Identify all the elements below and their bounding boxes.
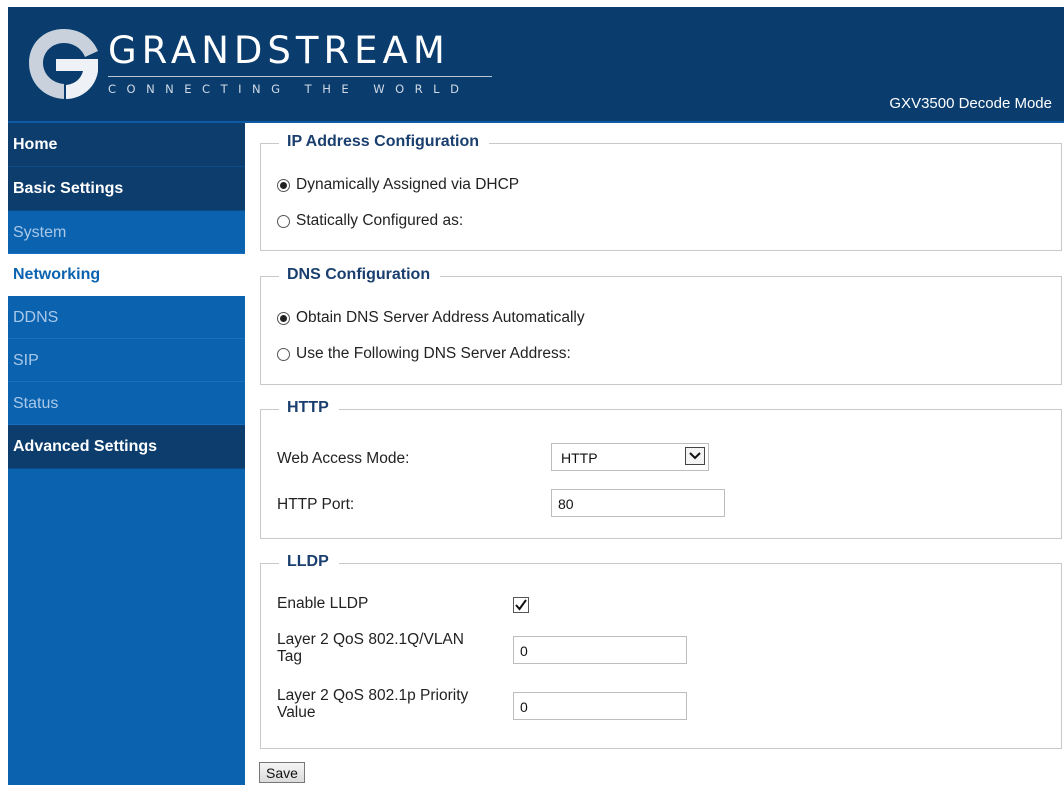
sidebar-item-status[interactable]: Status	[8, 382, 245, 425]
vlan-tag-label-line2: Tag	[277, 648, 302, 665]
page-left-margin	[0, 0, 8, 785]
priority-value-label-line2: Value	[277, 704, 316, 721]
sidebar-item-basic-settings[interactable]: Basic Settings	[8, 167, 245, 211]
checkmark-icon	[515, 599, 527, 611]
http-port-input[interactable]: 80	[551, 489, 725, 517]
static-radio[interactable]	[277, 214, 290, 228]
dns-auto-label: Obtain DNS Server Address Automatically	[296, 309, 585, 326]
vlan-tag-label-line1: Layer 2 QoS 802.1Q/VLAN	[277, 631, 464, 648]
save-button[interactable]: Save	[259, 762, 305, 783]
sidebar-item-networking[interactable]: Networking	[8, 254, 245, 296]
web-access-mode-value: HTTP	[561, 450, 598, 466]
chevron-down-icon[interactable]	[685, 447, 705, 465]
dns-auto-option[interactable]: Obtain DNS Server Address Automatically	[277, 309, 585, 327]
model-label: GXV3500 Decode Mode	[889, 95, 1052, 112]
vlan-tag-label: Layer 2 QoS 802.1Q/VLAN Tag	[277, 631, 464, 665]
priority-value-label: Layer 2 QoS 802.1p Priority Value	[277, 687, 468, 721]
priority-value-input[interactable]: 0	[513, 692, 687, 720]
dns-manual-label: Use the Following DNS Server Address:	[296, 345, 571, 362]
ip-config-section: IP Address Configuration Dynamically Ass…	[260, 133, 1062, 251]
sidebar-item-ddns[interactable]: DDNS	[8, 296, 245, 339]
enable-lldp-checkbox[interactable]	[513, 597, 529, 613]
http-section: HTTP Web Access Mode: HTTP HTTP Port: 80	[260, 399, 1062, 539]
web-access-mode-select[interactable]: HTTP	[551, 443, 709, 471]
dns-manual-option[interactable]: Use the Following DNS Server Address:	[277, 345, 571, 363]
sidebar: Home Basic Settings System Networking DD…	[8, 123, 245, 785]
dns-config-section: DNS Configuration Obtain DNS Server Addr…	[260, 266, 1062, 385]
http-legend: HTTP	[279, 399, 339, 417]
dns-auto-radio[interactable]	[277, 311, 290, 325]
sidebar-item-system[interactable]: System	[8, 211, 245, 254]
lldp-legend: LLDP	[279, 553, 339, 571]
page-header: GRANDSTREAM CONNECTING THE WORLD GXV3500…	[8, 7, 1064, 123]
grandstream-logo-icon	[29, 29, 98, 99]
web-access-mode-label: Web Access Mode:	[277, 450, 410, 467]
http-port-label: HTTP Port:	[277, 496, 355, 513]
vlan-tag-input[interactable]: 0	[513, 636, 687, 664]
sidebar-item-sip[interactable]: SIP	[8, 339, 245, 382]
sidebar-item-home[interactable]: Home	[8, 123, 245, 167]
dhcp-option[interactable]: Dynamically Assigned via DHCP	[277, 176, 519, 194]
dns-config-legend: DNS Configuration	[279, 266, 441, 284]
enable-lldp-label: Enable LLDP	[277, 595, 369, 612]
dhcp-label: Dynamically Assigned via DHCP	[296, 176, 520, 193]
priority-value-label-line1: Layer 2 QoS 802.1p Priority	[277, 687, 469, 704]
brand-name: GRANDSTREAM	[108, 29, 450, 72]
sidebar-item-advanced-settings[interactable]: Advanced Settings	[8, 425, 245, 469]
static-option[interactable]: Statically Configured as:	[277, 212, 463, 230]
lldp-section: LLDP Enable LLDP Layer 2 QoS 802.1Q/VLAN…	[260, 553, 1062, 749]
dns-manual-radio[interactable]	[277, 347, 290, 361]
dhcp-radio[interactable]	[277, 178, 290, 192]
static-label: Statically Configured as:	[296, 212, 464, 229]
ip-config-legend: IP Address Configuration	[279, 133, 490, 151]
brand-tagline: CONNECTING THE WORLD	[108, 82, 470, 96]
brand-divider	[108, 76, 492, 77]
